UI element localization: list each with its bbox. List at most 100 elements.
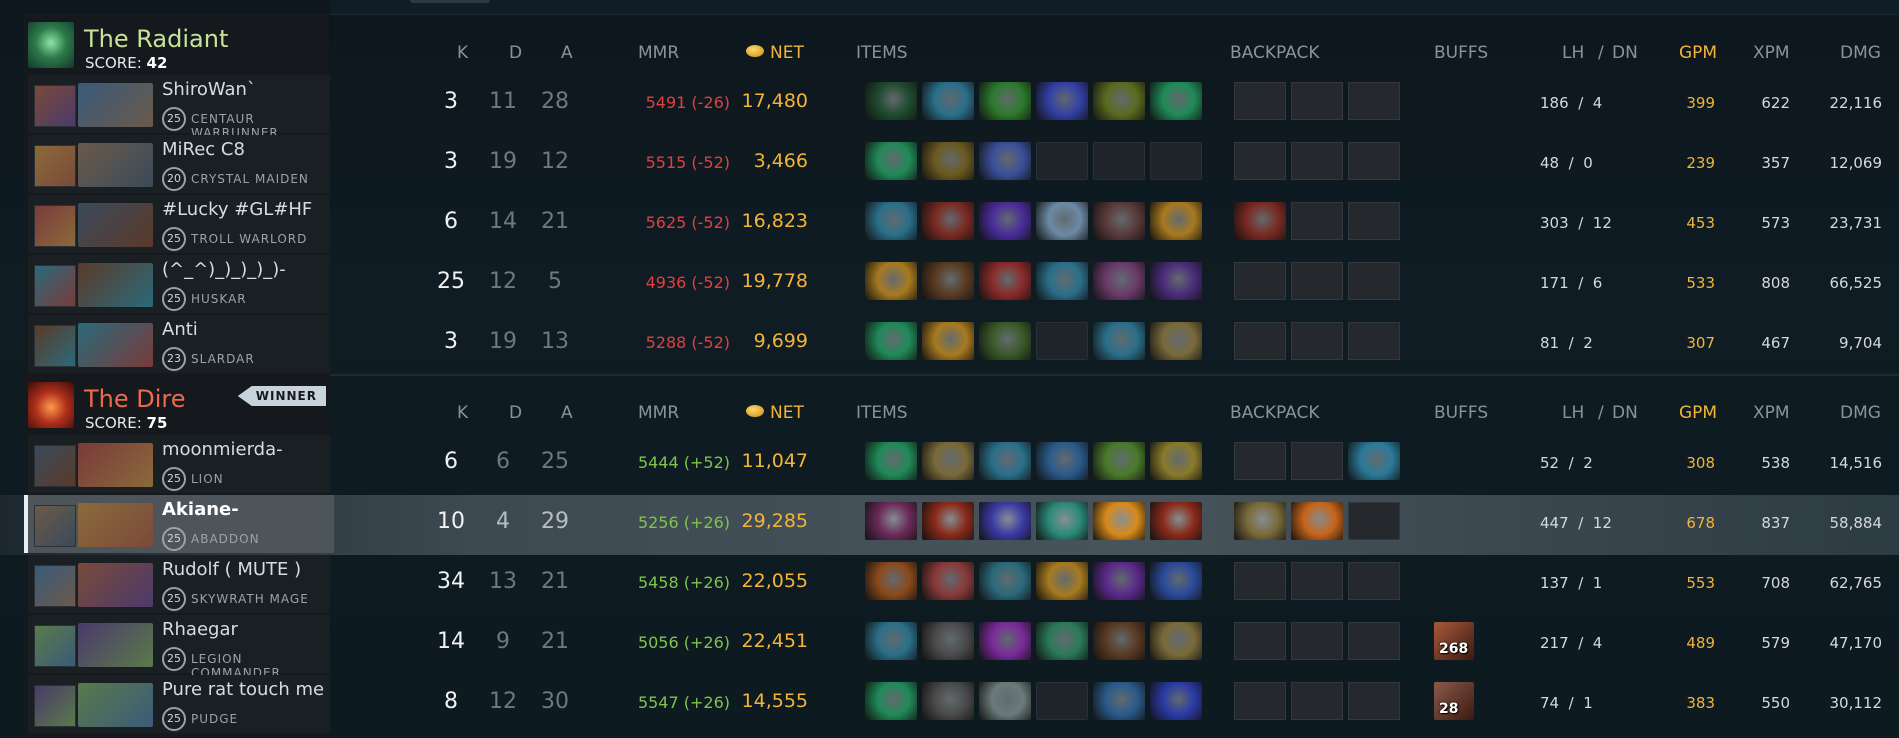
player-card[interactable]: ShiroWan` 25 CENTAUR WARRUNNER bbox=[28, 75, 330, 140]
col-dn-header[interactable]: DN bbox=[1612, 43, 1638, 63]
item-icon[interactable] bbox=[922, 262, 974, 300]
player-row[interactable]: Rhaegar 25 LEGION COMMANDER 14 9 21 5056 (+26)… bbox=[0, 615, 1899, 680]
avatar[interactable] bbox=[34, 325, 76, 367]
col-k-header[interactable]: K bbox=[457, 43, 468, 63]
item-icon[interactable] bbox=[1150, 442, 1202, 480]
backpack-slot[interactable] bbox=[1348, 682, 1400, 720]
item-icon[interactable] bbox=[922, 622, 974, 660]
player-name[interactable]: ShiroWan` bbox=[162, 79, 256, 100]
item-icon[interactable] bbox=[1150, 322, 1202, 360]
col-gpm-header[interactable]: GPM bbox=[1679, 43, 1717, 63]
col-d-header[interactable]: D bbox=[509, 43, 522, 63]
player-card[interactable]: MiRec C8 20 CRYSTAL MAIDEN bbox=[28, 135, 330, 193]
item-icon[interactable] bbox=[1093, 262, 1145, 300]
backpack-slot[interactable] bbox=[1291, 562, 1343, 600]
empty-item-slot[interactable] bbox=[1150, 142, 1202, 180]
col-backpack-header[interactable]: BACKPACK bbox=[1230, 403, 1320, 423]
avatar[interactable] bbox=[34, 565, 76, 607]
item-icon[interactable] bbox=[979, 82, 1031, 120]
item-icon[interactable] bbox=[1036, 502, 1088, 540]
item-icon[interactable] bbox=[1036, 82, 1088, 120]
backpack-slot[interactable] bbox=[1234, 322, 1286, 360]
hero-portrait[interactable] bbox=[78, 683, 153, 727]
empty-item-slot[interactable] bbox=[1036, 142, 1088, 180]
item-icon[interactable] bbox=[865, 202, 917, 240]
player-name[interactable]: Rudolf ( MUTE ) bbox=[162, 559, 301, 580]
item-icon[interactable] bbox=[1036, 622, 1088, 660]
avatar[interactable] bbox=[34, 145, 76, 187]
col-buffs-header[interactable]: BUFFS bbox=[1434, 403, 1488, 423]
player-row[interactable]: #Lucky #GL#HF 25 TROLL WARLORD 6 14 21 5625 (-… bbox=[0, 195, 1899, 255]
col-xpm-header[interactable]: XPM bbox=[1753, 403, 1790, 423]
col-lh-header[interactable]: LH bbox=[1562, 43, 1584, 63]
backpack-slot[interactable] bbox=[1348, 82, 1400, 120]
hero-portrait[interactable] bbox=[78, 323, 153, 367]
player-row[interactable]: MiRec C8 20 CRYSTAL MAIDEN 3 19 12 5515 (-52) 3… bbox=[0, 135, 1899, 195]
empty-item-slot[interactable] bbox=[1036, 322, 1088, 360]
player-row[interactable]: moonmierda- 25 LION 6 6 25 5444 (+52) 11,047 52 … bbox=[0, 435, 1899, 495]
player-row[interactable]: Rudolf ( MUTE ) 25 SKYWRATH MAGE 34 13 21 5458… bbox=[0, 555, 1899, 615]
col-gpm-header[interactable]: GPM bbox=[1679, 403, 1717, 423]
item-icon[interactable] bbox=[922, 562, 974, 600]
item-icon[interactable] bbox=[1093, 622, 1145, 660]
item-icon[interactable] bbox=[979, 682, 1031, 720]
backpack-slot[interactable] bbox=[1291, 142, 1343, 180]
item-icon[interactable] bbox=[1093, 682, 1145, 720]
hero-portrait[interactable] bbox=[78, 563, 153, 607]
col-dn-header[interactable]: DN bbox=[1612, 403, 1638, 423]
player-name[interactable]: (^_^)_)_)_)_)- bbox=[162, 259, 286, 280]
player-row[interactable]: Akiane- 25 ABADDON 10 4 29 5256 (+26) 29,285 447… bbox=[0, 495, 1899, 555]
item-icon[interactable] bbox=[922, 82, 974, 120]
backpack-slot[interactable] bbox=[1291, 262, 1343, 300]
item-icon[interactable] bbox=[865, 622, 917, 660]
col-buffs-header[interactable]: BUFFS bbox=[1434, 43, 1488, 63]
item-icon[interactable] bbox=[922, 142, 974, 180]
col-mmr-header[interactable]: MMR bbox=[638, 43, 679, 63]
backpack-slot[interactable] bbox=[1234, 82, 1286, 120]
col-items-header[interactable]: ITEMS bbox=[856, 43, 908, 63]
item-icon[interactable] bbox=[865, 682, 917, 720]
player-name[interactable]: Rhaegar bbox=[162, 619, 238, 640]
item-icon[interactable] bbox=[979, 442, 1031, 480]
item-icon[interactable] bbox=[979, 562, 1031, 600]
backpack-slot[interactable] bbox=[1291, 442, 1343, 480]
backpack-slot[interactable] bbox=[1348, 202, 1400, 240]
top-tab[interactable] bbox=[410, 0, 490, 3]
hero-portrait[interactable] bbox=[78, 83, 153, 127]
item-icon[interactable] bbox=[1150, 682, 1202, 720]
hero-portrait[interactable] bbox=[78, 263, 153, 307]
item-icon[interactable] bbox=[1093, 322, 1145, 360]
item-icon[interactable] bbox=[865, 142, 917, 180]
player-name[interactable]: MiRec C8 bbox=[162, 139, 245, 160]
player-card[interactable]: Rhaegar 25 LEGION COMMANDER bbox=[28, 615, 330, 680]
col-dmg-header[interactable]: DMG bbox=[1840, 43, 1881, 63]
col-a-header[interactable]: A bbox=[561, 403, 573, 423]
item-icon[interactable] bbox=[1036, 262, 1088, 300]
col-xpm-header[interactable]: XPM bbox=[1753, 43, 1790, 63]
item-icon[interactable] bbox=[865, 442, 917, 480]
player-row[interactable]: (^_^)_)_)_)_)- 25 HUSKAR 25 12 5 4936 (-52) 19,… bbox=[0, 255, 1899, 315]
backpack-item-icon[interactable] bbox=[1234, 502, 1286, 540]
avatar[interactable] bbox=[34, 685, 76, 727]
empty-item-slot[interactable] bbox=[1093, 142, 1145, 180]
item-icon[interactable] bbox=[1150, 502, 1202, 540]
backpack-slot[interactable] bbox=[1348, 622, 1400, 660]
player-card[interactable]: Pure rat touch me 25 PUDGE bbox=[28, 675, 330, 733]
player-card[interactable]: Rudolf ( MUTE ) 25 SKYWRATH MAGE bbox=[28, 555, 330, 613]
item-icon[interactable] bbox=[1036, 562, 1088, 600]
item-icon[interactable] bbox=[922, 202, 974, 240]
item-icon[interactable] bbox=[1093, 82, 1145, 120]
item-icon[interactable] bbox=[1036, 202, 1088, 240]
item-icon[interactable] bbox=[1093, 202, 1145, 240]
backpack-slot[interactable] bbox=[1291, 202, 1343, 240]
col-dmg-header[interactable]: DMG bbox=[1840, 403, 1881, 423]
item-icon[interactable] bbox=[979, 502, 1031, 540]
backpack-slot[interactable] bbox=[1348, 262, 1400, 300]
player-card[interactable]: Anti 23 SLARDAR bbox=[28, 315, 330, 373]
player-card[interactable]: moonmierda- 25 LION bbox=[28, 435, 330, 493]
backpack-slot[interactable] bbox=[1291, 82, 1343, 120]
item-icon[interactable] bbox=[865, 562, 917, 600]
col-net-header[interactable]: NET bbox=[746, 403, 804, 423]
player-row[interactable]: Anti 23 SLARDAR 3 19 13 5288 (-52) 9,699 81 / 2 3… bbox=[0, 315, 1899, 375]
player-name[interactable]: Pure rat touch me bbox=[162, 679, 324, 700]
